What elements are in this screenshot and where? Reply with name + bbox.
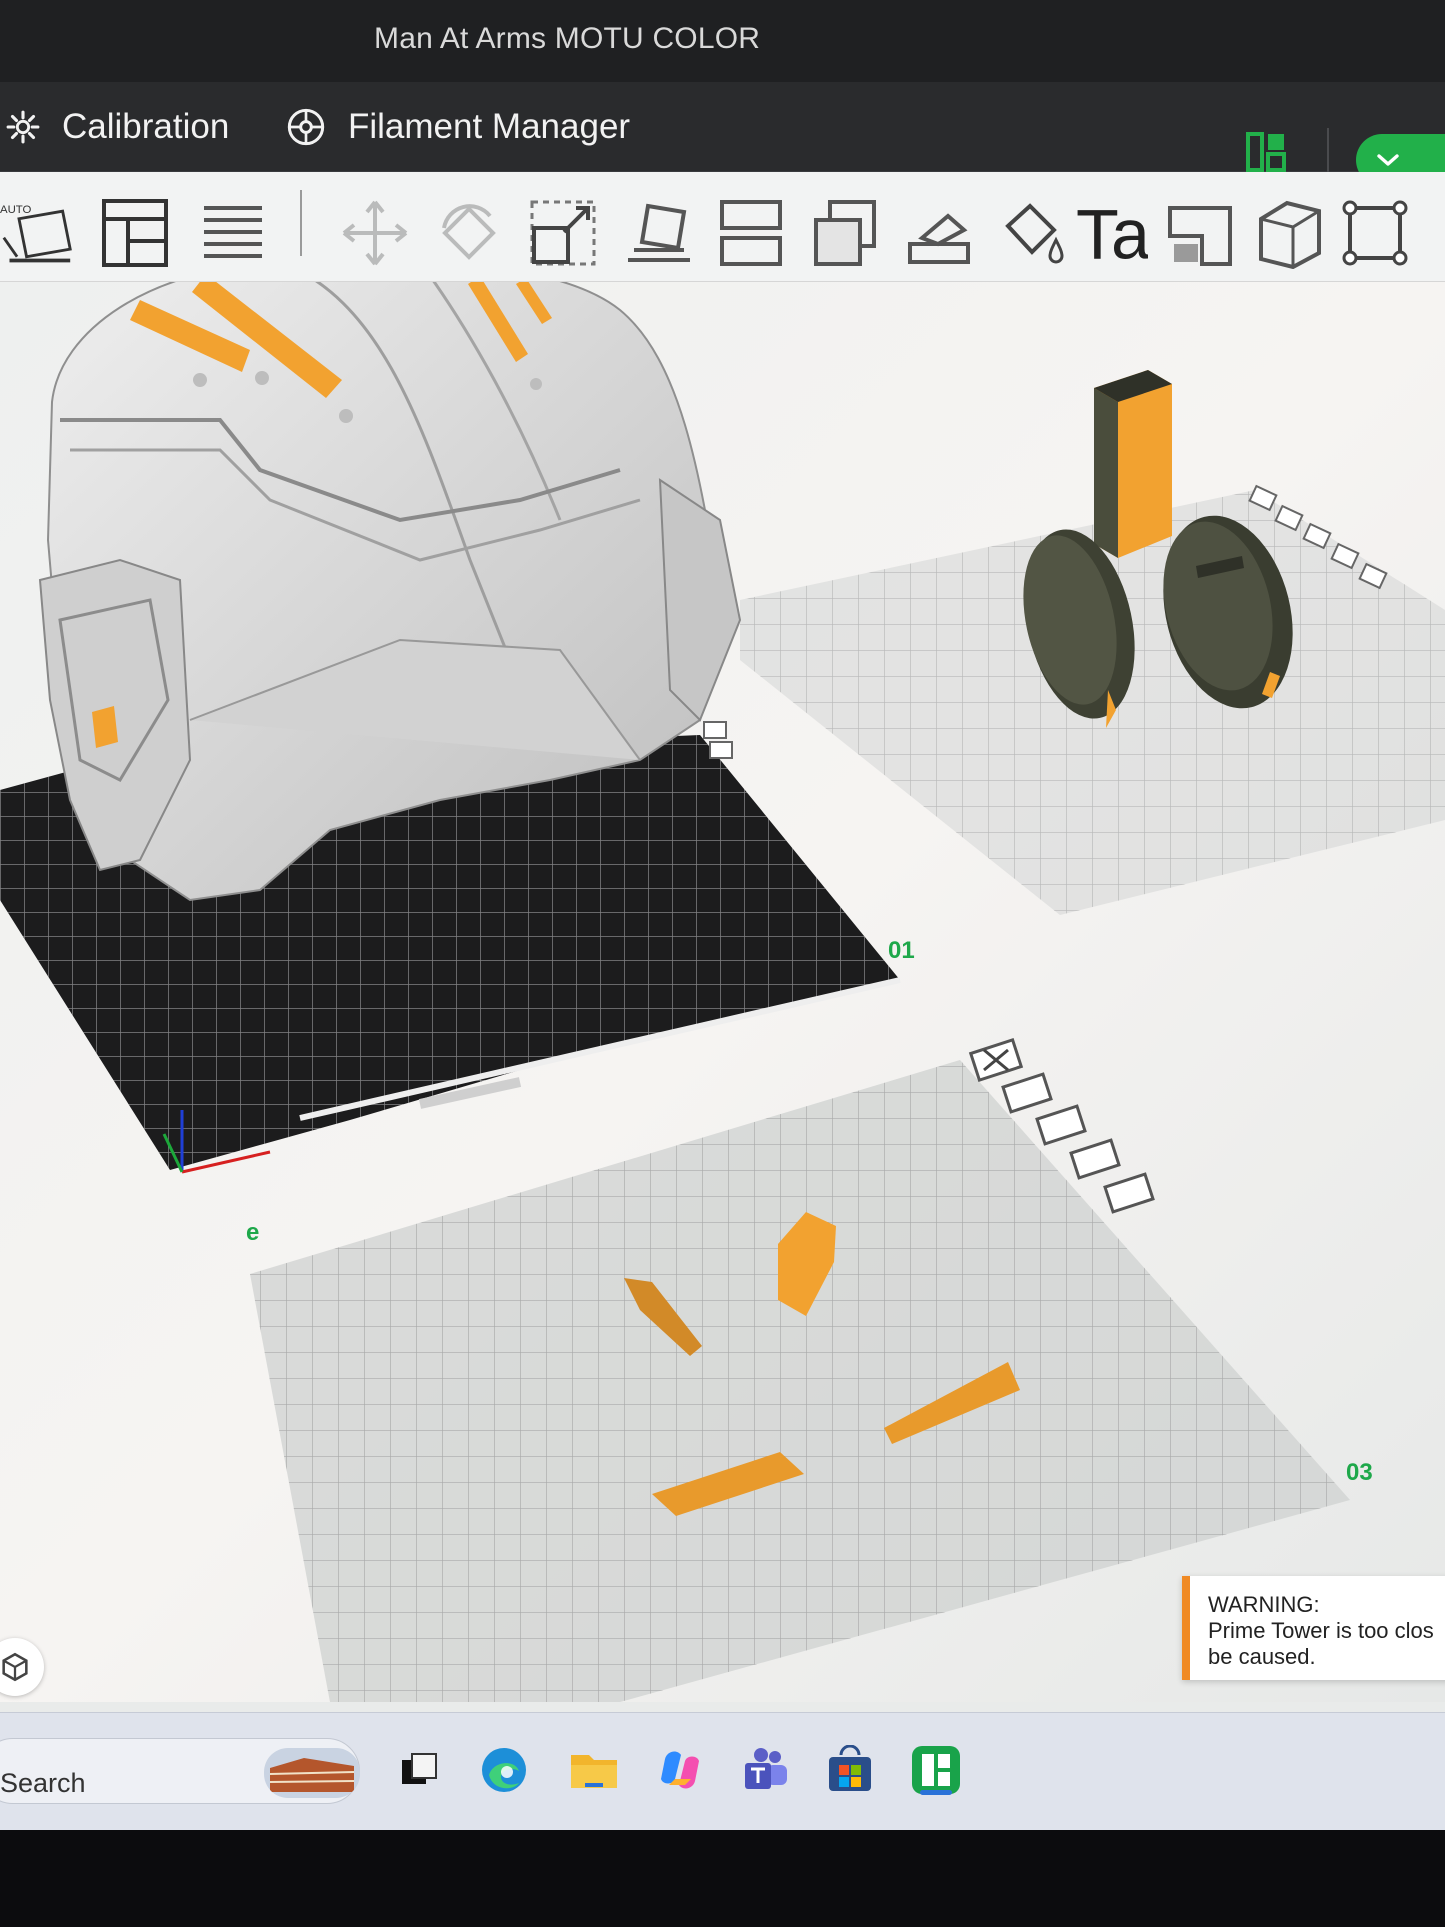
scale-icon <box>530 200 596 266</box>
plate-layers-tool[interactable] <box>196 196 270 270</box>
mesh-boolean-icon <box>908 213 970 264</box>
lay-on-face-tool[interactable] <box>622 196 696 270</box>
teams-icon <box>745 1748 787 1789</box>
text-tool-glyph: Ta <box>1076 195 1148 271</box>
auto-orient-tool[interactable]: AUTO <box>0 196 74 270</box>
gear-icon <box>6 110 40 144</box>
move-tool[interactable] <box>338 196 412 270</box>
toolbar-separator <box>300 190 302 256</box>
warning-line-2: be caused. <box>1208 1644 1316 1669</box>
menu-bar: Calibration Filament Manager <box>0 82 1445 172</box>
move-icon <box>342 200 408 266</box>
bounding-box-icon <box>1342 200 1408 266</box>
monitor-bezel <box>0 1830 1445 1927</box>
filament-spool-icon <box>287 108 325 146</box>
emboss-icon <box>1168 206 1232 266</box>
emboss-tool[interactable] <box>1164 196 1238 270</box>
lay-on-face-icon <box>628 203 690 262</box>
support-paint-tool[interactable] <box>996 196 1070 270</box>
warning-notification: WARNING: Prime Tower is too clos be caus… <box>1182 1576 1445 1680</box>
warning-title: WARNING: <box>1208 1592 1320 1617</box>
taskbar-task-view[interactable] <box>390 1740 450 1800</box>
assembly-tool[interactable] <box>1338 196 1412 270</box>
menu-filament-manager[interactable]: Filament Manager <box>286 82 630 172</box>
cut-tool[interactable] <box>808 196 882 270</box>
split-tool[interactable] <box>714 196 788 270</box>
bambu-studio-icon <box>912 1746 960 1794</box>
rotate-icon <box>442 204 496 260</box>
menu-calibration[interactable]: Calibration <box>6 82 229 172</box>
taskbar-copilot[interactable] <box>650 1740 710 1800</box>
cut-icon <box>814 200 876 266</box>
copilot-icon <box>661 1751 699 1789</box>
store-icon <box>829 1745 871 1791</box>
plate-02-label: e <box>246 1219 259 1246</box>
taskbar-teams[interactable] <box>736 1740 796 1800</box>
mesh-boolean-tool[interactable] <box>902 196 976 270</box>
app-window: Man At Arms MOTU COLOR Calibration Filam… <box>0 0 1445 1830</box>
title-bar: Man At Arms MOTU COLOR <box>0 0 1445 82</box>
rotate-tool[interactable] <box>432 196 506 270</box>
chevron-down-icon <box>1377 154 1399 166</box>
task-view-icon <box>402 1753 437 1784</box>
paint-bucket-icon <box>1005 203 1064 264</box>
plate-03-label: 03 <box>1346 1459 1373 1486</box>
prime-tower-model[interactable] <box>1094 370 1172 558</box>
edge-browser-icon <box>482 1748 526 1792</box>
warning-line-1: Prime Tower is too clos <box>1208 1618 1434 1643</box>
3d-viewport[interactable]: 01 03 e <box>0 282 1445 1702</box>
taskbar-search-label: Search <box>0 1768 86 1798</box>
layout-icon[interactable] <box>1246 132 1286 172</box>
menu-calibration-label: Calibration <box>62 107 230 146</box>
arrange-icon <box>102 199 168 267</box>
taskbar-edge[interactable] <box>474 1740 534 1800</box>
scale-tool[interactable] <box>526 196 600 270</box>
taskbar-file-explorer[interactable] <box>564 1740 624 1800</box>
active-app-indicator <box>920 1790 952 1795</box>
menu-filament-manager-label: Filament Manager <box>348 107 631 146</box>
measure-tool[interactable] <box>1252 196 1326 270</box>
window-title: Man At Arms MOTU COLOR <box>374 22 761 55</box>
plate-01-label: 01 <box>888 937 915 964</box>
cube-view-icon <box>2 1652 28 1682</box>
taskbar-store[interactable] <box>820 1740 880 1800</box>
auto-orient-icon: AUTO <box>0 204 72 263</box>
arrange-tool[interactable] <box>98 196 172 270</box>
folder-icon <box>571 1755 617 1788</box>
plate-layers-icon <box>204 206 262 258</box>
text-tool[interactable]: Ta <box>1074 195 1148 271</box>
auto-orient-label: AUTO <box>0 204 32 216</box>
search-highlight-image <box>264 1748 360 1798</box>
split-icon <box>720 200 782 266</box>
cube-icon <box>1259 200 1321 269</box>
text-icon: Ta <box>1076 195 1148 271</box>
